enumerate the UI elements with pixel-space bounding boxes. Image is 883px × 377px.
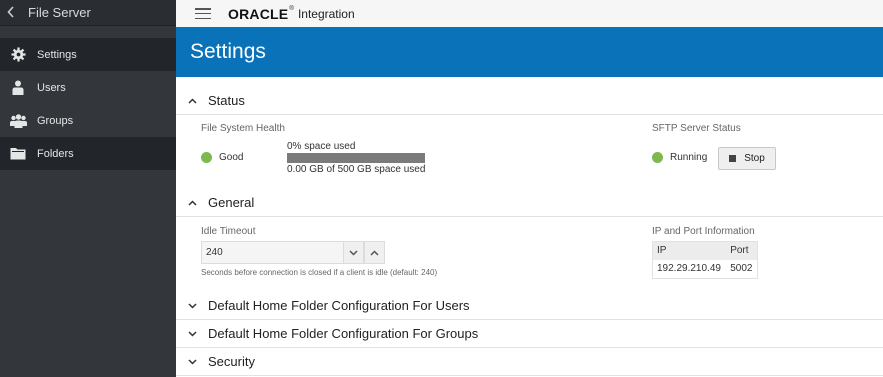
section-title: Status [208, 93, 245, 108]
port-value: 5002 [726, 259, 758, 279]
chevron-down-icon [176, 330, 208, 337]
section-status-header[interactable]: Status [176, 87, 883, 115]
sidebar-item-label: Folders [37, 147, 74, 160]
decrement-button[interactable] [343, 241, 364, 264]
table-row: 192.29.210.49 5002 [652, 259, 758, 279]
stop-button[interactable]: Stop [718, 147, 776, 170]
ip-port-table: IP Port 192.29.210.49 5002 [652, 241, 758, 279]
main-content: Status File System Health Good 0% space … [176, 77, 883, 377]
user-icon [0, 80, 36, 95]
page-banner: Settings [176, 27, 883, 77]
page-title: Settings [190, 40, 266, 63]
back-chevron-icon[interactable] [0, 5, 22, 21]
increment-button[interactable] [364, 241, 385, 264]
sidebar-header: File Server [0, 0, 176, 26]
fs-health-label: File System Health [201, 123, 285, 134]
idle-timeout-label: Idle Timeout [201, 226, 256, 237]
sidebar-item-folders[interactable]: Folders [0, 137, 176, 170]
chevron-up-icon [370, 249, 379, 256]
chevron-down-icon [176, 358, 208, 365]
space-usage-bar [287, 153, 425, 163]
ip-column-header: IP [652, 241, 727, 260]
chevron-down-icon [349, 249, 358, 256]
sidebar-item-users[interactable]: Users [0, 71, 176, 104]
chevron-up-icon [176, 97, 208, 104]
port-column-header: Port [726, 241, 758, 260]
space-used-detail: 0.00 GB of 500 GB space used [287, 164, 426, 175]
stop-icon [729, 155, 737, 162]
stop-button-label: Stop [744, 153, 765, 164]
hamburger-menu-icon[interactable] [195, 8, 211, 19]
section-title: Default Home Folder Configuration For Gr… [208, 326, 479, 341]
sidebar: File Server Settings Users Groups Folder… [0, 0, 176, 377]
ip-value: 192.29.210.49 [652, 259, 727, 279]
sidebar-item-label: Users [37, 81, 66, 94]
ip-port-label: IP and Port Information [652, 226, 755, 237]
section-security-header[interactable]: Security [176, 348, 883, 376]
sidebar-title: File Server [28, 5, 91, 20]
product-name: Integration [297, 6, 355, 21]
section-home-groups-header[interactable]: Default Home Folder Configuration For Gr… [176, 320, 883, 348]
sftp-status-label: SFTP Server Status [652, 123, 741, 134]
section-home-users-header[interactable]: Default Home Folder Configuration For Us… [176, 292, 883, 320]
top-bar: ORACLE® Integration [176, 0, 883, 27]
folder-icon [0, 147, 36, 160]
section-general-header[interactable]: General [176, 189, 883, 217]
sftp-status-value: Running [670, 152, 708, 163]
chevron-up-icon [176, 199, 208, 206]
group-icon [0, 113, 36, 128]
oracle-logo: ORACLE® [228, 5, 294, 22]
sftp-status-dot [652, 152, 663, 163]
chevron-down-icon [176, 302, 208, 309]
sidebar-item-label: Settings [37, 48, 77, 61]
fs-health-status-dot [201, 152, 212, 163]
section-title: Default Home Folder Configuration For Us… [208, 298, 470, 313]
idle-timeout-stepper [201, 241, 385, 264]
sidebar-item-settings[interactable]: Settings [0, 38, 176, 71]
sidebar-item-label: Groups [37, 114, 74, 127]
space-used-percent: 0% space used [287, 141, 356, 152]
sidebar-item-groups[interactable]: Groups [0, 104, 176, 137]
section-title: General [208, 195, 255, 210]
idle-timeout-input[interactable] [201, 241, 343, 264]
section-title: Security [208, 354, 255, 369]
idle-timeout-hint: Seconds before connection is closed if a… [201, 268, 438, 277]
fs-health-value: Good [219, 152, 244, 163]
gear-icon [0, 47, 36, 62]
